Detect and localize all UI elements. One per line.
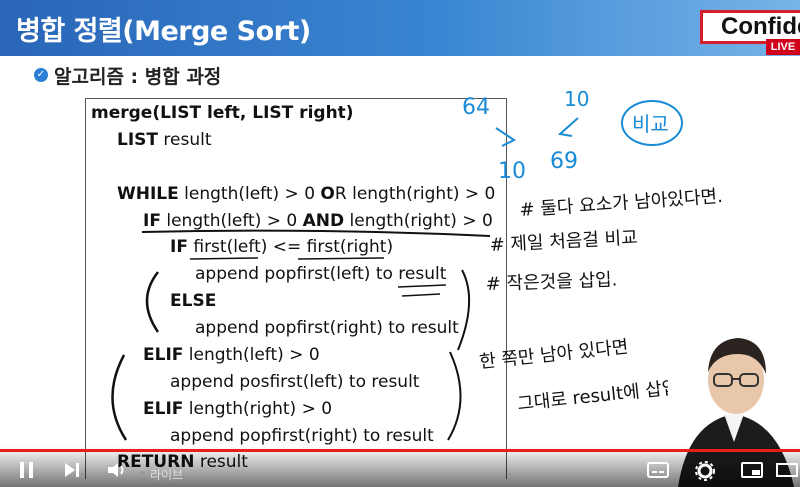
code-line-8: append popfirst(right) to result <box>195 318 459 338</box>
code-line-4: IF length(left) > 0 AND length(right) > … <box>143 211 493 231</box>
slide-header: 병합 정렬(Merge Sort) <box>0 0 800 56</box>
ink-note-5: 그대로 result에 삽입. <box>516 377 685 415</box>
live-label[interactable]: 라이브 <box>150 466 183 483</box>
live-badge: LIVE <box>766 39 800 55</box>
settings-gear-icon[interactable] <box>694 460 716 482</box>
compare-circle <box>621 100 683 146</box>
code-line-5: IF first(left) <= first(right) <box>170 237 394 257</box>
miniplayer-icon[interactable] <box>740 460 764 480</box>
ink-69: 69 <box>550 149 578 174</box>
pseudocode-box <box>85 98 507 479</box>
live-dot-icon <box>139 471 145 477</box>
subtitles-icon[interactable] <box>646 460 670 480</box>
code-line-9: ELIF length(left) > 0 <box>143 345 320 365</box>
progress-bar[interactable] <box>0 449 800 452</box>
volume-icon[interactable] <box>106 460 128 480</box>
code-line-2: LIST result <box>117 130 212 150</box>
pause-icon[interactable] <box>18 460 36 480</box>
ink-note-1: # 둘다 요소가 남아있다면. <box>519 186 724 221</box>
ink-10-top: 10 <box>564 87 589 111</box>
code-line-1: merge(LIST left, LIST right) <box>91 103 354 123</box>
arrow-down-left <box>557 117 579 137</box>
theater-mode-icon[interactable] <box>776 460 798 480</box>
next-icon[interactable] <box>62 460 82 480</box>
progress-fill <box>0 449 800 452</box>
code-line-3: WHILE length(left) > 0 OR length(right) … <box>117 184 496 204</box>
code-line-11: ELIF length(right) > 0 <box>143 399 333 419</box>
section-subtitle: 알고리즘 : 병합 과정 <box>54 66 222 88</box>
code-line-12: append popfirst(right) to result <box>170 426 434 446</box>
code-line-10: append posfirst(left) to result <box>170 372 420 392</box>
ink-note-2: # 제일 처음걸 비교 <box>489 227 638 256</box>
check-icon: ✓ <box>34 68 48 82</box>
code-line-7: ELSE <box>170 291 217 311</box>
code-line-6: append popfirst(left) to result <box>195 264 447 284</box>
slide-title: 병합 정렬(Merge Sort) <box>16 16 311 47</box>
ink-compare: 비교 <box>632 112 669 136</box>
